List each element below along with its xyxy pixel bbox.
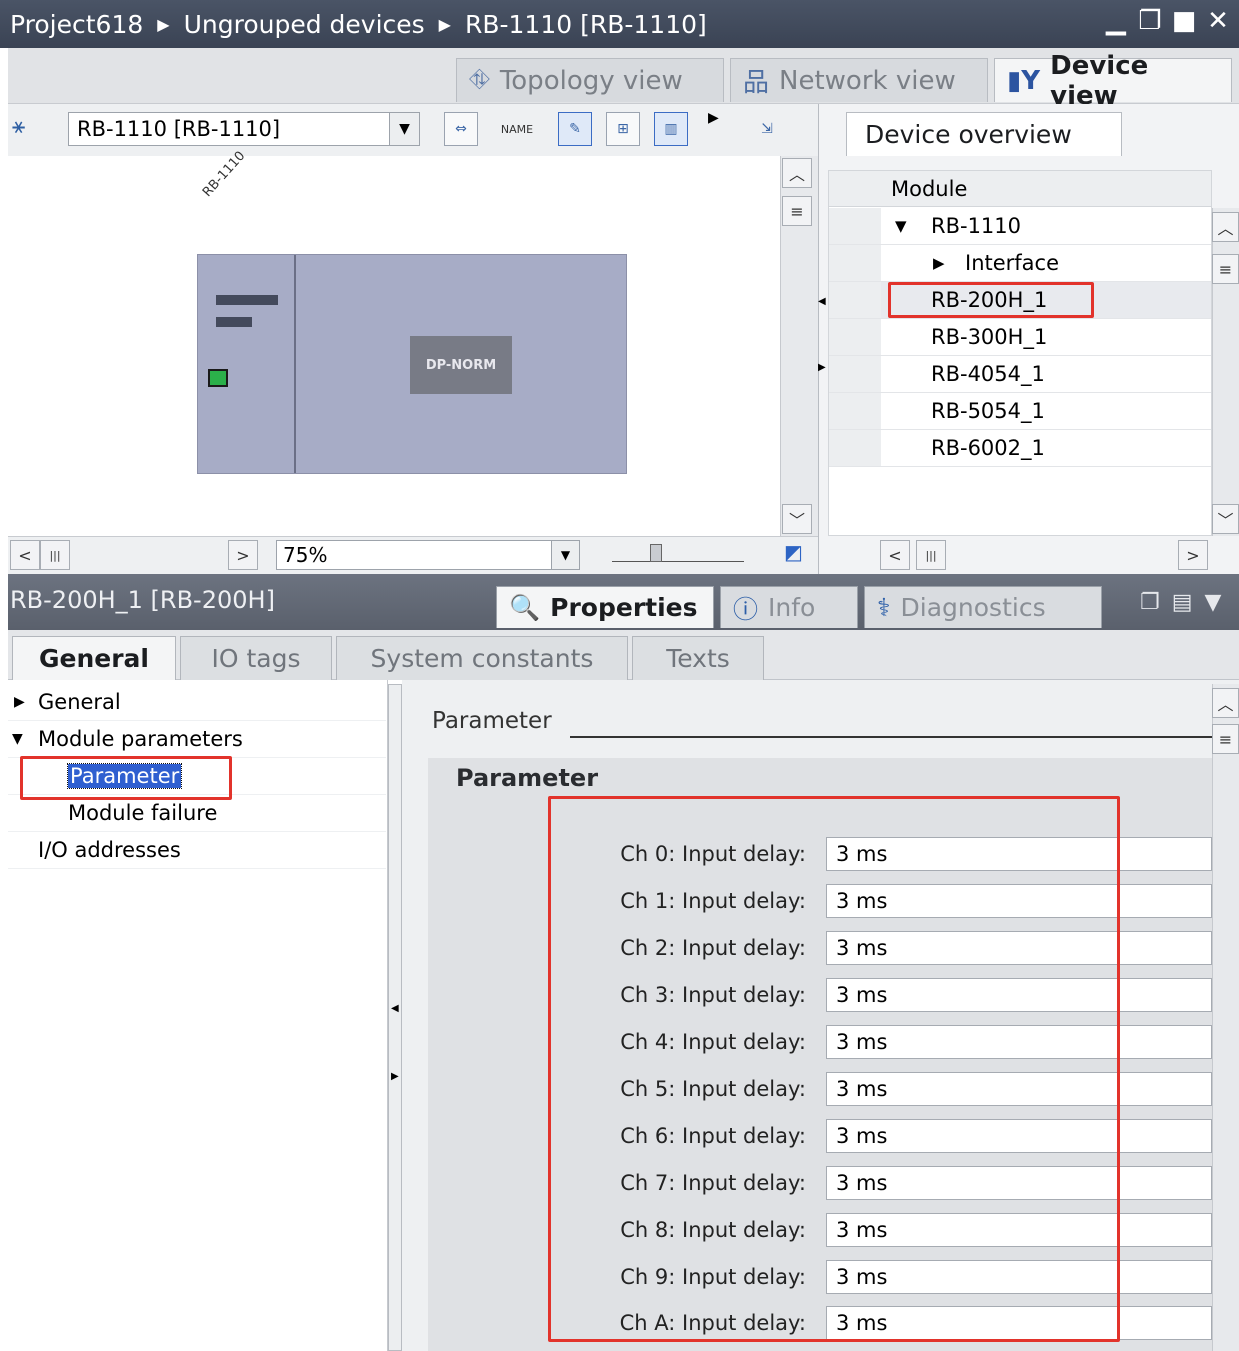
chevron-down-icon[interactable]: ﹀ xyxy=(1212,504,1239,534)
tree-row-rb-1110[interactable]: ▼ RB-1110 xyxy=(829,208,1211,245)
tree-collapsed-icon[interactable]: ▶ xyxy=(14,694,25,710)
dock-icon[interactable]: ▤ xyxy=(1172,590,1193,615)
tree-row-rb-4054-1[interactable]: RB-4054_1 xyxy=(829,356,1211,393)
tab-device-view[interactable]: ▮Y Device view xyxy=(994,51,1232,111)
chevron-left-icon[interactable]: < xyxy=(880,540,910,570)
parameter-vscrollbar[interactable] xyxy=(1212,684,1239,1351)
tab-properties[interactable]: 🔍 Properties xyxy=(496,586,714,628)
device-overview-table: Module ▼ RB-1110 ▶ Interface RB-200H_1 R… xyxy=(828,170,1212,536)
inspector-controls: ❐ ▤ ▼ xyxy=(1140,590,1221,615)
breadcrumb-device[interactable]: RB-1110 [RB-1110] xyxy=(465,10,707,39)
module-bar xyxy=(216,317,252,327)
chevron-down-icon[interactable]: ▼ xyxy=(551,541,579,569)
zoom-slider-handle[interactable] xyxy=(650,544,662,562)
tab-diagnostics[interactable]: ⚕ Diagnostics xyxy=(864,586,1102,628)
diagnostics-icon: ⚕ xyxy=(877,593,891,622)
edit-tool-icon[interactable]: ✎ xyxy=(558,112,592,146)
chevron-up-icon[interactable]: ︿ xyxy=(1212,688,1239,718)
scroll-grip-icon[interactable]: ≡ xyxy=(1212,724,1239,754)
close-icon[interactable]: ✕ xyxy=(1205,6,1231,36)
port-icon[interactable] xyxy=(208,369,228,387)
nav-item-general[interactable]: ▶ General xyxy=(8,684,386,721)
restore-icon[interactable]: ❐ xyxy=(1140,590,1160,615)
breadcrumb-group[interactable]: Ungrouped devices xyxy=(184,10,425,39)
chevron-up-icon[interactable]: ︿ xyxy=(782,158,812,188)
head-module-slot[interactable] xyxy=(198,255,296,473)
section-rule xyxy=(570,736,1212,738)
tree-row-rb-5054-1[interactable]: RB-5054_1 xyxy=(829,393,1211,430)
grid-icon[interactable]: ⊞ xyxy=(606,112,640,146)
breadcrumb-project[interactable]: Project618 xyxy=(10,10,143,39)
tab-system-constants[interactable]: System constants xyxy=(336,636,628,680)
fit-width-icon[interactable]: ⇔ xyxy=(444,112,478,146)
scroll-grip-icon[interactable]: ≡ xyxy=(1212,254,1239,284)
highlight-box-overview xyxy=(888,282,1094,318)
chevron-right-icon[interactable]: > xyxy=(228,540,258,570)
scroll-thumb[interactable]: ||| xyxy=(916,540,946,570)
chevron-right-icon[interactable]: > xyxy=(1178,540,1208,570)
info-icon: ⓘ xyxy=(733,594,759,624)
tab-texts[interactable]: Texts xyxy=(632,636,764,680)
properties-icon: 🔍 xyxy=(509,592,541,622)
tab-device-overview[interactable]: Device overview xyxy=(846,112,1122,156)
expand-right-icon[interactable]: ▶ xyxy=(391,1071,399,1082)
breadcrumb-separator-icon: ▶ xyxy=(157,14,170,34)
chevron-left-icon[interactable]: < xyxy=(10,540,40,570)
restore-icon[interactable]: ❐ xyxy=(1137,6,1163,36)
zoom-select[interactable]: 75% ▼ xyxy=(276,540,580,570)
tree-row-rb-300h-1[interactable]: RB-300H_1 xyxy=(829,319,1211,356)
window-controls: ▁ ❐ ■ ✕ xyxy=(1103,6,1231,36)
scroll-thumb[interactable]: ||| xyxy=(40,540,70,570)
tab-io-tags[interactable]: IO tags xyxy=(180,636,332,680)
network-device-icon[interactable]: ⚹ xyxy=(12,114,46,146)
chevron-down-icon[interactable]: ▼ xyxy=(1205,590,1222,615)
tab-network-view[interactable]: 品 Network view xyxy=(730,58,988,102)
device-view-icon: ▮Y xyxy=(1007,65,1041,96)
export-icon[interactable]: ⇲ xyxy=(750,112,784,146)
breadcrumb: Project618 ▶ Ungrouped devices ▶ RB-1110… xyxy=(10,6,707,42)
module-bar xyxy=(216,295,278,305)
highlight-box-parameters xyxy=(548,796,1120,1342)
breadcrumb-separator-icon: ▶ xyxy=(438,14,451,34)
section-heading: Parameter xyxy=(432,708,552,734)
nav-item-io-addresses[interactable]: I/O addresses xyxy=(8,832,386,869)
overview-toggle-icon[interactable]: ◩ xyxy=(784,540,814,568)
panel-splitter[interactable]: ◀ ▶ xyxy=(388,684,402,1351)
name-tag-icon[interactable]: NAME xyxy=(500,112,534,146)
tab-general[interactable]: General xyxy=(12,636,176,680)
chevron-right-icon[interactable]: ▶ xyxy=(708,110,719,126)
panel-toggle-icon[interactable]: ▥ xyxy=(654,112,688,146)
expand-right-icon[interactable]: ▶ xyxy=(818,362,828,382)
tree-expanded-icon[interactable]: ▼ xyxy=(895,217,907,235)
zoom-slider[interactable] xyxy=(612,544,744,562)
network-icon: 品 xyxy=(743,68,770,98)
device-select[interactable]: RB-1110 [RB-1110] ▼ xyxy=(68,112,420,146)
chevron-down-icon[interactable]: ﹀ xyxy=(782,504,812,534)
inspector-title: RB-200H_1 [RB-200H] xyxy=(10,586,275,614)
tree-collapsed-icon[interactable]: ▶ xyxy=(933,254,945,272)
group-title: Parameter xyxy=(456,764,599,792)
tree-row-interface[interactable]: ▶ Interface xyxy=(829,245,1211,282)
chevron-down-icon[interactable]: ▼ xyxy=(389,113,419,145)
tab-topology-view[interactable]: ⛗ Topology view xyxy=(456,58,724,102)
chevron-up-icon[interactable]: ︿ xyxy=(1212,212,1239,242)
tab-info[interactable]: ⓘ Info xyxy=(720,586,858,628)
highlight-box-nav xyxy=(20,756,232,800)
tree-expanded-icon[interactable]: ▼ xyxy=(12,731,23,747)
collapse-left-icon[interactable]: ◀ xyxy=(391,1003,399,1014)
scroll-grip-icon[interactable]: ≡ xyxy=(782,196,812,226)
column-header-module[interactable]: Module xyxy=(829,171,1211,207)
maximize-icon[interactable]: ■ xyxy=(1171,6,1197,36)
topology-icon: ⛗ xyxy=(469,65,490,95)
nav-item-module-parameters[interactable]: ▼ Module parameters xyxy=(8,721,386,758)
tree-row-rb-6002-1[interactable]: RB-6002_1 xyxy=(829,430,1211,467)
dp-norm-module[interactable]: DP-NORM xyxy=(410,336,512,394)
minimize-icon[interactable]: ▁ xyxy=(1103,6,1129,36)
collapse-left-icon[interactable]: ◀ xyxy=(818,296,828,316)
nav-item-module-failure[interactable]: Module failure xyxy=(8,795,386,832)
